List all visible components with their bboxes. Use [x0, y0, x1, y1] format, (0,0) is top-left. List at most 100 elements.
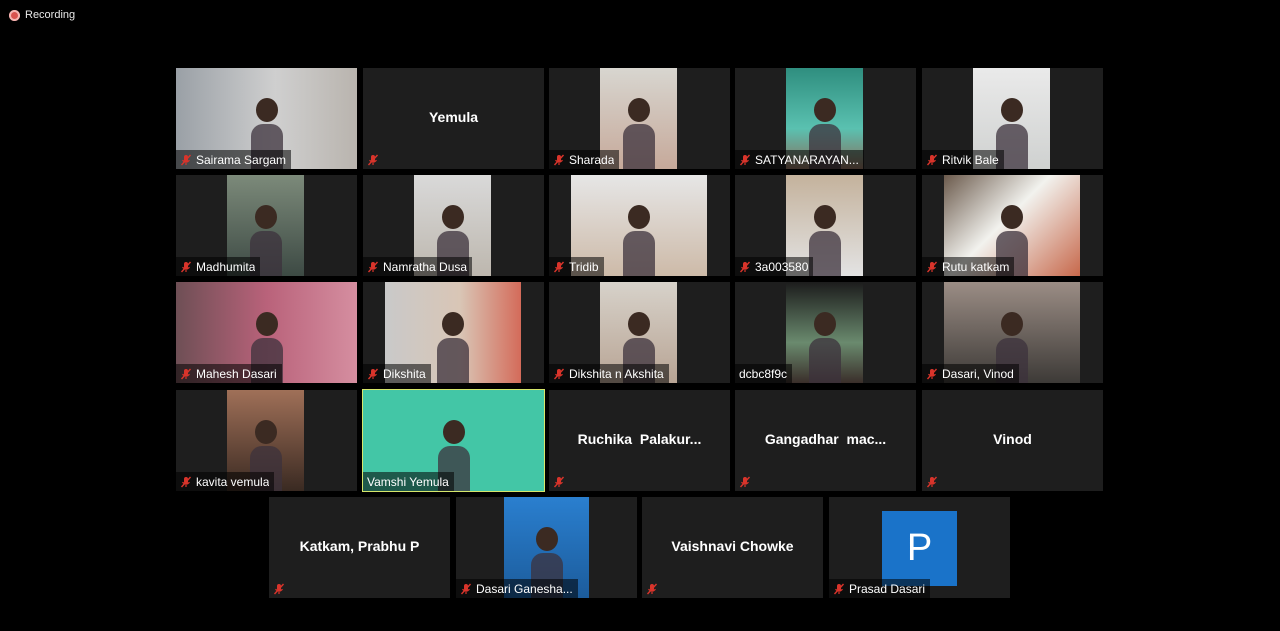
participant-tile[interactable]: Madhumita	[176, 175, 357, 276]
muted-mic-icon	[739, 154, 751, 166]
muted-mic-icon	[460, 583, 472, 595]
participant-label: Mahesh Dasari	[176, 364, 282, 383]
muted-mic-icon	[553, 368, 565, 380]
participant-name: Ritvik Bale	[942, 152, 999, 167]
muted-mic-icon	[739, 261, 751, 273]
participant-tile[interactable]: Gangadhar mac...	[735, 390, 916, 491]
participant-tile[interactable]: Ruchika Palakur...	[549, 390, 730, 491]
recording-label: Recording	[25, 9, 76, 21]
participant-label	[642, 579, 663, 598]
participant-label: Rutu katkam	[922, 257, 1015, 276]
participant-label	[363, 150, 384, 169]
muted-mic-icon	[553, 261, 565, 273]
participant-tile[interactable]: P Prasad Dasari	[829, 497, 1010, 598]
participant-tile[interactable]: Dikshita	[363, 282, 544, 383]
participant-name: Sharada	[569, 152, 615, 167]
participant-tile[interactable]: Tridib	[549, 175, 730, 276]
muted-mic-icon	[926, 476, 938, 488]
participant-label: Vamshi Yemula	[363, 472, 454, 491]
participant-tile[interactable]: 3a003580	[735, 175, 916, 276]
participant-tile[interactable]: Ritvik Bale	[922, 68, 1103, 169]
participant-name: Tridib	[569, 259, 599, 274]
participant-tile[interactable]: Sharada	[549, 68, 730, 169]
participant-name: Madhumita	[196, 259, 256, 274]
muted-mic-icon	[180, 476, 192, 488]
person-silhouette	[809, 312, 841, 383]
participant-label	[922, 472, 943, 491]
participant-name: Sairama Sargam	[196, 152, 287, 167]
participant-label: Tridib	[549, 257, 604, 276]
participant-name: Namratha Dusa	[383, 259, 468, 274]
muted-mic-icon	[926, 261, 938, 273]
participant-label: Prasad Dasari	[829, 579, 931, 598]
muted-mic-icon	[553, 476, 565, 488]
muted-mic-icon	[367, 261, 379, 273]
participant-label: dcbc8f9c	[735, 364, 793, 383]
participant-tile[interactable]: Dasari, Vinod	[922, 282, 1103, 383]
participant-tile[interactable]: Rutu katkam	[922, 175, 1103, 276]
participant-tile[interactable]: SATYANARAYAN...	[735, 68, 916, 169]
participant-label: Sharada	[549, 150, 620, 169]
participant-name: Mahesh Dasari	[196, 366, 277, 381]
participant-label: Dikshita	[363, 364, 431, 383]
participant-tile[interactable]: kavita vemula	[176, 390, 357, 491]
avatar: P	[882, 511, 957, 586]
muted-mic-icon	[553, 154, 565, 166]
participant-label: Madhumita	[176, 257, 261, 276]
muted-mic-icon	[646, 583, 658, 595]
record-icon	[9, 9, 20, 21]
participant-tile[interactable]: Yemula	[363, 68, 544, 169]
participant-tile[interactable]: Namratha Dusa	[363, 175, 544, 276]
participant-label: Dasari Ganesha...	[456, 579, 578, 598]
participant-name: dcbc8f9c	[739, 366, 788, 381]
participant-tile[interactable]: Vamshi Yemula	[362, 389, 545, 492]
participant-name: Dikshita n Akshita	[569, 366, 664, 381]
participant-label: Dikshita n Akshita	[549, 364, 669, 383]
muted-mic-icon	[367, 368, 379, 380]
participant-label: Ritvik Bale	[922, 150, 1004, 169]
participant-label	[549, 472, 570, 491]
person-silhouette	[437, 312, 469, 383]
participant-tile[interactable]: Katkam, Prabhu P	[269, 497, 450, 598]
participant-name: 3a003580	[755, 259, 809, 274]
participant-label: Namratha Dusa	[363, 257, 473, 276]
participant-name: Vamshi Yemula	[367, 474, 449, 489]
muted-mic-icon	[273, 583, 285, 595]
participant-name-center: Ruchika Palakur...	[577, 431, 702, 447]
muted-mic-icon	[926, 368, 938, 380]
participant-tile[interactable]: Vinod	[922, 390, 1103, 491]
participant-tile[interactable]: Mahesh Dasari	[176, 282, 357, 383]
person-silhouette	[623, 205, 655, 276]
participant-name-center: Vaishnavi Chowke	[671, 538, 794, 554]
participant-name: Prasad Dasari	[849, 581, 926, 596]
muted-mic-icon	[180, 368, 192, 380]
muted-mic-icon	[180, 154, 192, 166]
muted-mic-icon	[367, 154, 379, 166]
participant-label: SATYANARAYAN...	[735, 150, 864, 169]
participant-name: Dasari, Vinod	[942, 366, 1014, 381]
participant-tile[interactable]: dcbc8f9c	[735, 282, 916, 383]
participant-tile[interactable]: Dikshita n Akshita	[549, 282, 730, 383]
participant-label: Sairama Sargam	[176, 150, 292, 169]
recording-indicator[interactable]: Recording	[9, 9, 75, 21]
muted-mic-icon	[180, 261, 192, 273]
participant-label	[269, 579, 290, 598]
participant-name-center: Vinod	[993, 431, 1032, 447]
participant-tile[interactable]: Vaishnavi Chowke	[642, 497, 823, 598]
participant-label	[735, 472, 756, 491]
participant-label: kavita vemula	[176, 472, 275, 491]
person-silhouette	[809, 205, 841, 276]
participant-name: Rutu katkam	[942, 259, 1010, 274]
participant-name-center: Yemula	[428, 109, 479, 125]
participant-tile[interactable]: Dasari Ganesha...	[456, 497, 637, 598]
participant-name: Dasari Ganesha...	[476, 581, 573, 596]
participant-name-center: Katkam, Prabhu P	[299, 538, 420, 554]
participant-label: Dasari, Vinod	[922, 364, 1019, 383]
muted-mic-icon	[926, 154, 938, 166]
participant-name: kavita vemula	[196, 474, 270, 489]
participant-name-center: Gangadhar mac...	[764, 431, 887, 447]
participant-tile[interactable]: Sairama Sargam	[176, 68, 357, 169]
participant-name: Dikshita	[383, 366, 426, 381]
person-silhouette	[623, 98, 655, 169]
participant-name: SATYANARAYAN...	[755, 152, 859, 167]
